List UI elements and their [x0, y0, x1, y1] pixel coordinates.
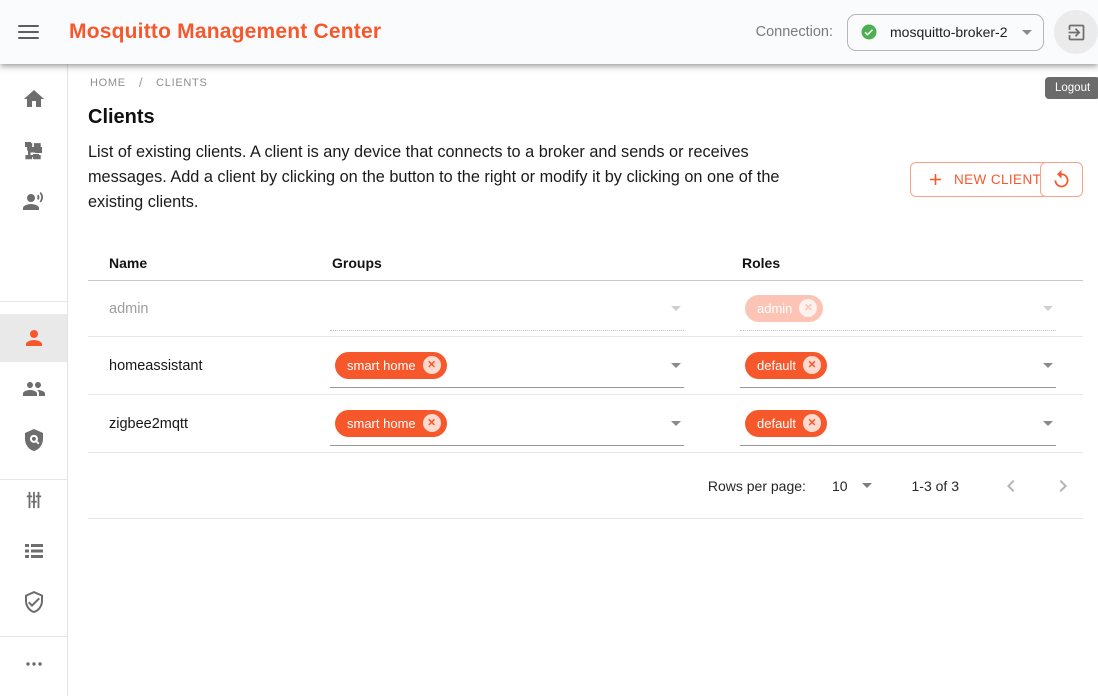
sidebar — [0, 64, 68, 696]
client-name: admin — [88, 301, 330, 317]
sidebar-item-streams[interactable] — [0, 177, 67, 225]
connection-label: Connection: — [756, 24, 833, 40]
chip-delete-icon[interactable]: ✕ — [803, 414, 821, 432]
chip-delete-icon[interactable]: ✕ — [799, 299, 817, 317]
chevron-down-icon — [1022, 30, 1032, 35]
shield-search-icon — [22, 428, 46, 452]
chip-label: smart home — [347, 358, 416, 373]
new-client-button-label: NEW CLIENT — [954, 172, 1041, 187]
breadcrumb: HOME / CLIENTS — [90, 75, 207, 90]
sidebar-item-topology[interactable] — [0, 126, 67, 174]
column-header-groups: Groups — [330, 255, 740, 271]
sidebar-item-settings[interactable] — [0, 476, 67, 524]
groups-select[interactable]: smart home ✕ — [330, 402, 684, 446]
table-body: admin admin ✕ homeassistant smart home ✕ d… — [88, 281, 1083, 453]
table-row[interactable]: admin admin ✕ — [88, 281, 1083, 337]
roles-select[interactable]: default ✕ — [740, 402, 1056, 446]
chip-label: admin — [757, 301, 792, 316]
breadcrumb-current: CLIENTS — [156, 77, 207, 89]
pagination-range: 1-3 of 3 — [912, 478, 959, 494]
logout-tooltip: Logout — [1045, 77, 1098, 99]
sidebar-item-clients[interactable] — [0, 314, 67, 362]
chevron-down-icon — [862, 483, 872, 488]
chip[interactable]: smart home ✕ — [335, 352, 447, 379]
clients-table: Name Groups Roles admin admin ✕ homeassis… — [88, 245, 1083, 519]
plus-icon — [926, 170, 945, 189]
chip[interactable]: smart home ✕ — [335, 410, 447, 437]
chip[interactable]: default ✕ — [745, 410, 827, 437]
shield-check-icon — [22, 590, 46, 614]
breadcrumb-separator: / — [139, 75, 143, 90]
table-header-row: Name Groups Roles — [88, 245, 1083, 281]
exit-icon — [1066, 22, 1087, 43]
app-bar: Mosquitto Management Center Connection: … — [0, 0, 1098, 64]
chevron-left-icon — [999, 474, 1023, 498]
new-client-button[interactable]: NEW CLIENT — [910, 162, 1057, 197]
table-row[interactable]: homeassistant smart home ✕ default ✕ — [88, 337, 1083, 395]
home-icon — [22, 87, 46, 111]
client-name: zigbee2mqtt — [88, 416, 330, 432]
connection-select[interactable]: mosquitto-broker-2 — [847, 14, 1044, 51]
chip-delete-icon[interactable]: ✕ — [423, 414, 441, 432]
chip-delete-icon[interactable]: ✕ — [423, 356, 441, 374]
chevron-down-icon — [671, 363, 681, 368]
chevron-down-icon — [671, 421, 681, 426]
groups-select[interactable] — [330, 287, 684, 331]
topology-icon — [22, 138, 46, 162]
connection-value: mosquitto-broker-2 — [890, 24, 1022, 40]
roles-select[interactable]: admin ✕ — [740, 287, 1056, 331]
chevron-down-icon — [671, 306, 681, 311]
hamburger-menu-button[interactable] — [4, 8, 52, 56]
sidebar-divider — [0, 636, 67, 637]
rows-per-page-value: 10 — [832, 478, 848, 494]
chip-label: default — [757, 416, 796, 431]
person-icon — [22, 326, 46, 350]
next-page-button[interactable] — [1049, 472, 1077, 500]
sidebar-item-groups[interactable] — [0, 365, 67, 413]
page-description: List of existing clients. A client is an… — [88, 140, 825, 215]
previous-page-button[interactable] — [997, 472, 1025, 500]
client-name: homeassistant — [88, 358, 330, 374]
sidebar-item-security[interactable] — [0, 578, 67, 626]
chip-delete-icon[interactable]: ✕ — [803, 356, 821, 374]
breadcrumb-home-link[interactable]: HOME — [90, 77, 126, 89]
chip-label: smart home — [347, 416, 416, 431]
refresh-button[interactable] — [1040, 162, 1083, 197]
groups-select[interactable]: smart home ✕ — [330, 344, 684, 388]
rows-per-page-label: Rows per page: — [708, 478, 806, 494]
main-content: HOME / CLIENTS Logout Clients List of ex… — [68, 64, 1098, 696]
sidebar-item-streams-list[interactable] — [0, 527, 67, 575]
table-row[interactable]: zigbee2mqtt smart home ✕ default ✕ — [88, 395, 1083, 453]
list-icon — [22, 539, 46, 563]
sidebar-item-home[interactable] — [0, 75, 67, 123]
page-title: Clients — [88, 106, 155, 129]
people-icon — [22, 377, 46, 401]
sidebar-item-more[interactable] — [0, 640, 67, 688]
column-header-name: Name — [88, 255, 330, 271]
rows-per-page-select[interactable]: 10 — [832, 478, 872, 494]
chip[interactable]: default ✕ — [745, 352, 827, 379]
refresh-icon — [1051, 169, 1072, 190]
logout-button[interactable] — [1054, 10, 1098, 54]
chevron-down-icon — [1043, 306, 1053, 311]
sidebar-item-roles[interactable] — [0, 416, 67, 464]
person-voice-icon — [22, 189, 46, 213]
chevron-right-icon — [1051, 474, 1075, 498]
app-title: Mosquitto Management Center — [69, 20, 381, 44]
sidebar-divider — [0, 301, 67, 302]
chevron-down-icon — [1043, 421, 1053, 426]
chip[interactable]: admin ✕ — [745, 295, 823, 322]
more-dots-icon — [22, 652, 46, 676]
chip-label: default — [757, 358, 796, 373]
pagination: Rows per page: 10 1-3 of 3 — [88, 453, 1083, 519]
sliders-icon — [22, 488, 46, 512]
column-header-roles: Roles — [740, 255, 1083, 271]
roles-select[interactable]: default ✕ — [740, 344, 1056, 388]
check-circle-icon — [860, 23, 878, 41]
chevron-down-icon — [1043, 363, 1053, 368]
hamburger-icon — [18, 21, 39, 43]
